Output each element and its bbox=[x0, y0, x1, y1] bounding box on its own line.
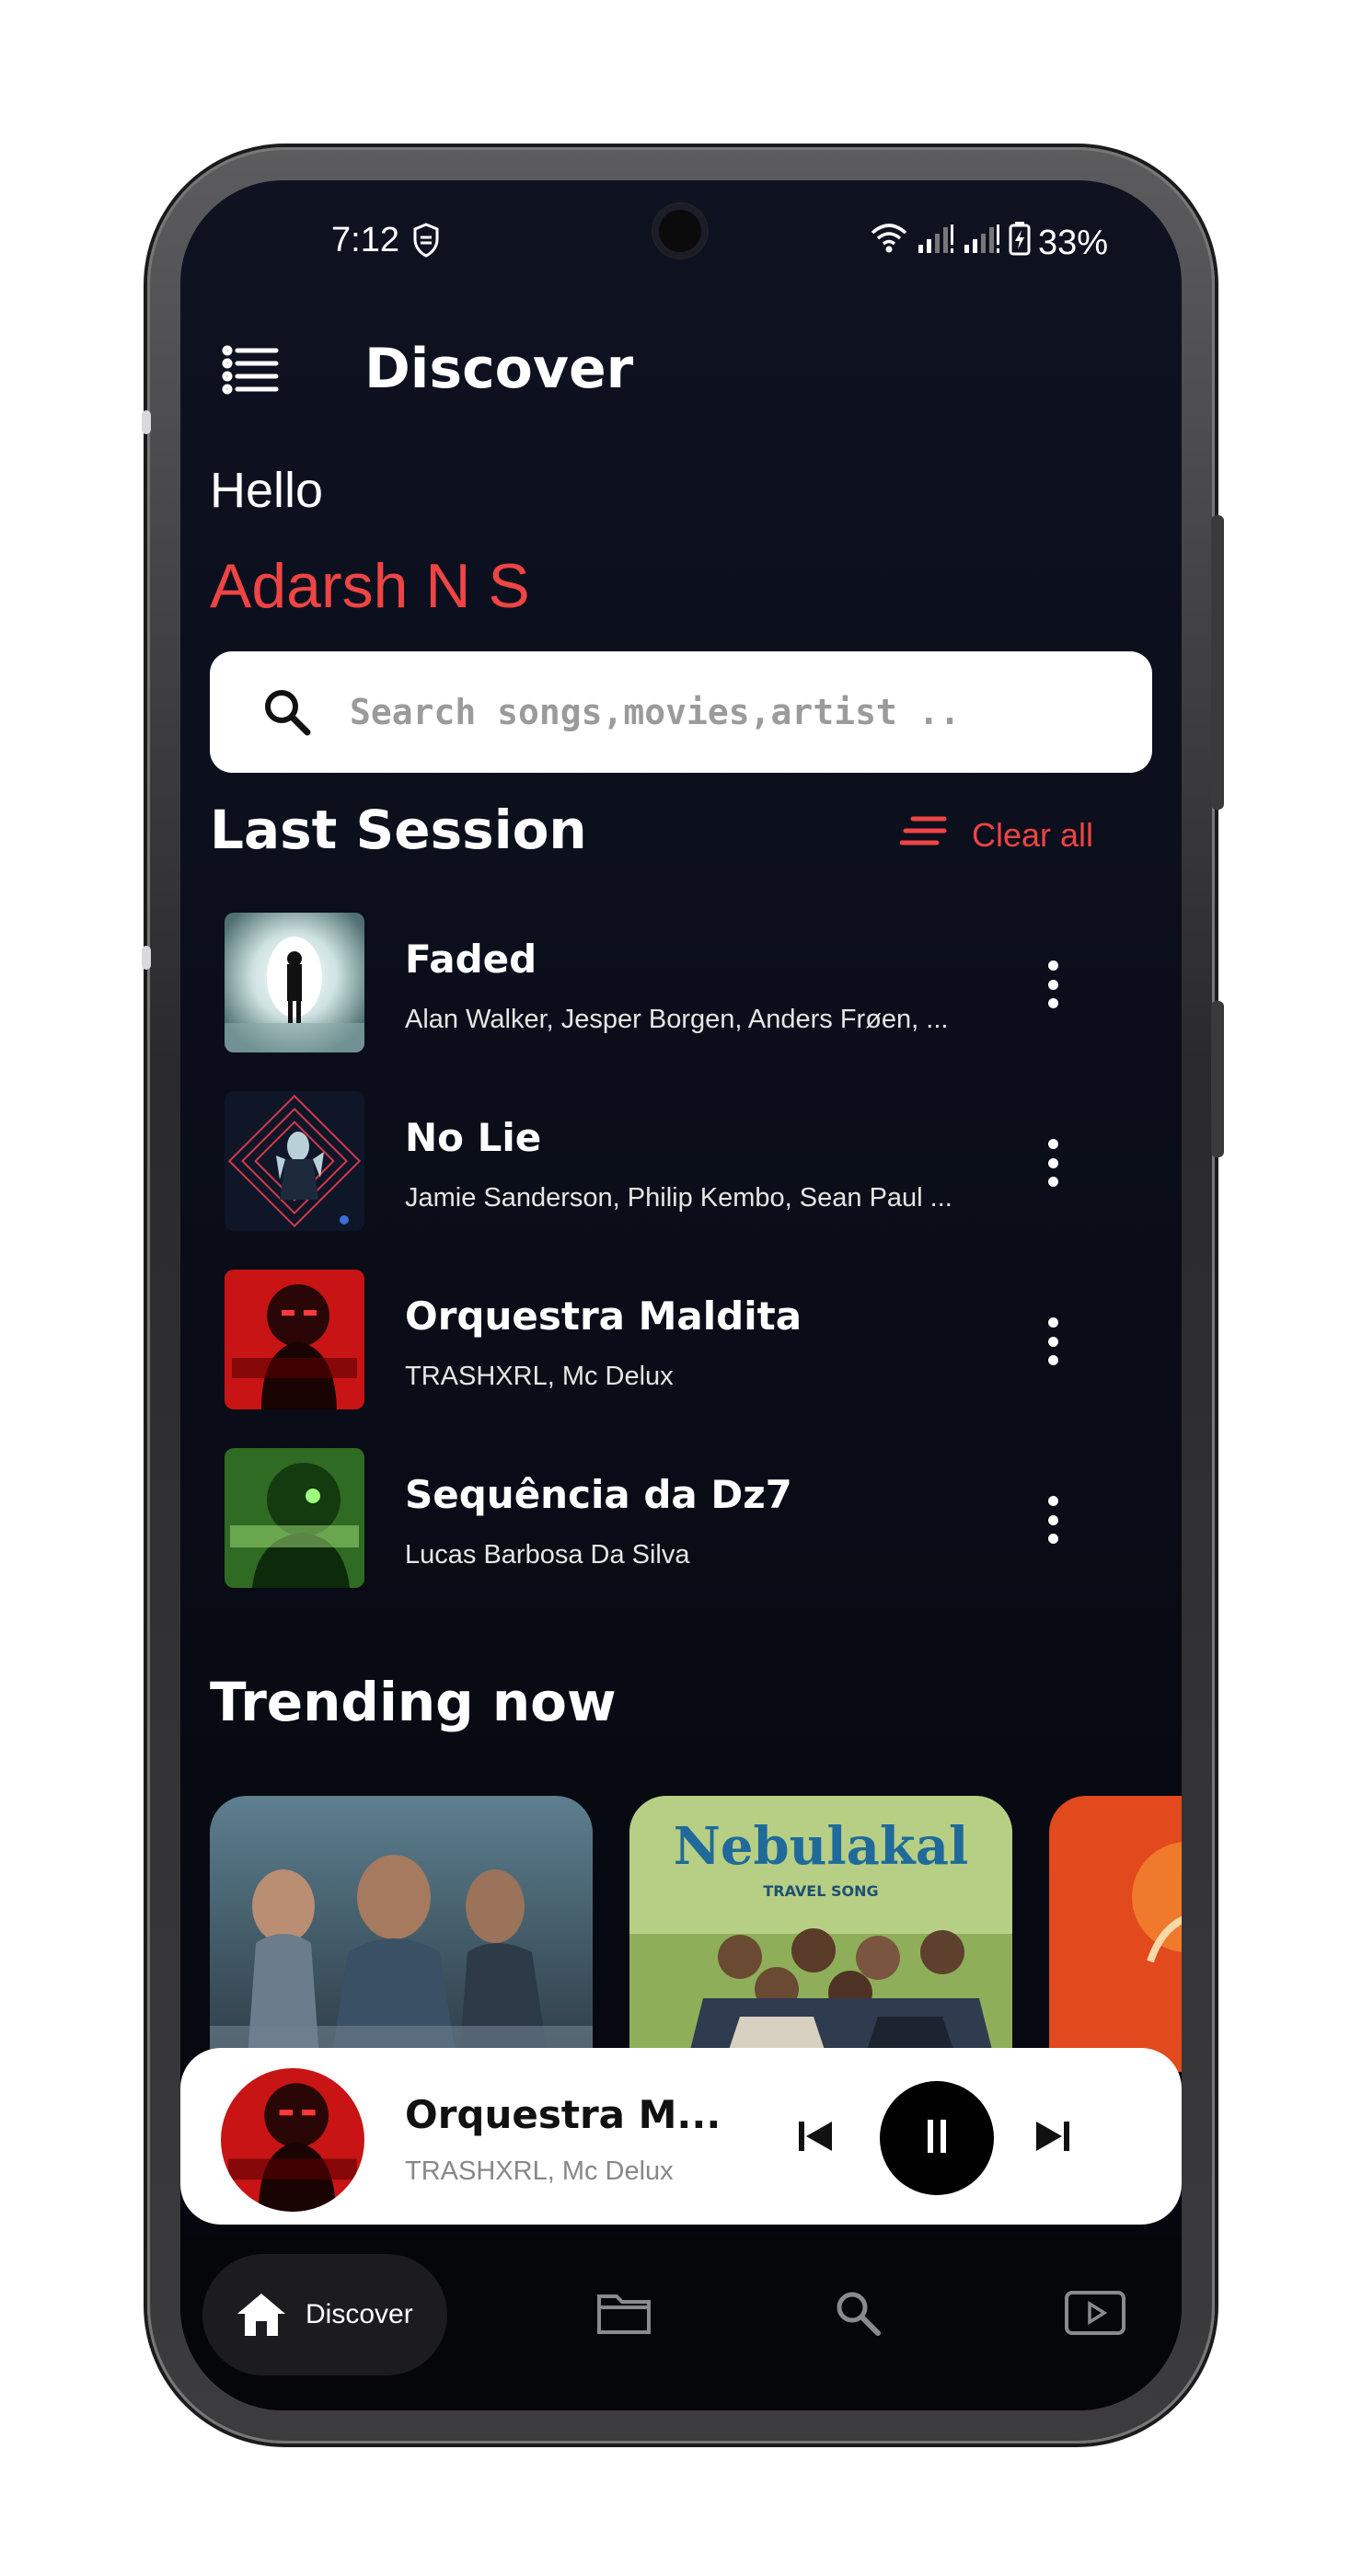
power-button bbox=[1211, 1001, 1224, 1157]
song-title: Faded bbox=[405, 937, 537, 982]
search-icon bbox=[834, 2289, 882, 2340]
app-header: Discover bbox=[180, 326, 1182, 414]
battery-charging-icon bbox=[1009, 221, 1031, 265]
trending-card[interactable] bbox=[210, 1796, 593, 2072]
now-playing-title: Orquestra M... bbox=[405, 2092, 721, 2137]
album-cover bbox=[225, 1091, 364, 1231]
album-cover bbox=[225, 1448, 364, 1588]
sort-lines-icon bbox=[899, 815, 948, 855]
list-menu-icon[interactable] bbox=[221, 344, 280, 396]
side-marker bbox=[142, 410, 151, 434]
more-options-icon[interactable] bbox=[1034, 1133, 1071, 1192]
trending-card-title: Nebulakal bbox=[673, 1816, 969, 1877]
status-bar: 7:12 33% bbox=[180, 221, 1182, 267]
trending-heading: Trending now bbox=[210, 1671, 617, 1733]
song-artist: Alan Walker, Jesper Borgen, Anders Frøen… bbox=[405, 1005, 949, 1034]
battery-percent: 33% bbox=[1037, 223, 1108, 262]
song-artist: TRASHXRL, Mc Delux bbox=[405, 1362, 674, 1391]
song-title: Orquestra Maldita bbox=[405, 1294, 802, 1339]
nav-item-search[interactable] bbox=[825, 2282, 891, 2348]
list-item[interactable]: Sequência da Dz7 Lucas Barbosa Da Silva bbox=[225, 1448, 1145, 1627]
mini-player[interactable]: Orquestra M... TRASHXRL, Mc Delux bbox=[180, 2048, 1182, 2225]
clear-all-button[interactable]: Clear all bbox=[899, 815, 1093, 855]
list-item[interactable]: No Lie Jamie Sanderson, Philip Kembo, Se… bbox=[225, 1091, 1145, 1270]
search-input[interactable] bbox=[350, 692, 1086, 732]
song-artist: Lucas Barbosa Da Silva bbox=[405, 1540, 690, 1570]
trending-card[interactable]: Nebulakal TRAVEL SONG bbox=[629, 1796, 1012, 2072]
search-bar[interactable] bbox=[210, 651, 1152, 773]
now-playing-cover bbox=[221, 2068, 364, 2212]
side-marker bbox=[142, 946, 151, 970]
trending-card[interactable] bbox=[1049, 1796, 1182, 2072]
pause-button[interactable] bbox=[880, 2081, 994, 2195]
pause-icon bbox=[918, 2116, 955, 2160]
song-artist: Jamie Sanderson, Philip Kembo, Sean Paul… bbox=[405, 1183, 952, 1213]
list-item[interactable]: Faded Alan Walker, Jesper Borgen, Anders… bbox=[225, 913, 1145, 1091]
signal-icon bbox=[917, 223, 955, 263]
nav-item-discover[interactable]: Discover bbox=[202, 2254, 447, 2375]
song-title: No Lie bbox=[405, 1115, 542, 1160]
nav-label: Discover bbox=[306, 2299, 413, 2329]
video-play-icon bbox=[1064, 2290, 1126, 2340]
nav-item-video[interactable] bbox=[1062, 2282, 1128, 2348]
status-time: 7:12 bbox=[331, 221, 399, 259]
volume-button bbox=[1211, 515, 1224, 810]
more-options-icon[interactable] bbox=[1034, 955, 1071, 1014]
trending-card-subtitle: TRAVEL SONG bbox=[763, 1882, 879, 1900]
wifi-icon bbox=[869, 222, 909, 264]
list-item[interactable]: Orquestra Maldita TRASHXRL, Mc Delux bbox=[225, 1270, 1145, 1448]
greeting-username: Adarsh N S bbox=[210, 551, 530, 621]
home-icon bbox=[236, 2292, 287, 2338]
search-icon bbox=[261, 686, 313, 738]
more-options-icon[interactable] bbox=[1034, 1490, 1071, 1549]
folder-icon bbox=[596, 2291, 652, 2339]
vpn-shield-icon bbox=[412, 223, 440, 267]
clear-all-label: Clear all bbox=[971, 815, 1093, 854]
signal-icon bbox=[963, 223, 1001, 263]
last-session-list: Faded Alan Walker, Jesper Borgen, Anders… bbox=[225, 913, 1145, 1627]
page-title: Discover bbox=[364, 337, 634, 401]
skip-next-icon[interactable] bbox=[1025, 2109, 1080, 2164]
last-session-header: Last Session Clear all bbox=[210, 799, 1093, 876]
bottom-navigation: Discover bbox=[180, 2237, 1182, 2410]
album-cover bbox=[225, 913, 364, 1052]
now-playing-artist: TRASHXRL, Mc Delux bbox=[405, 2156, 674, 2186]
song-title: Sequência da Dz7 bbox=[405, 1472, 792, 1517]
trending-carousel: Nebulakal TRAVEL SONG bbox=[210, 1796, 1182, 2072]
skip-previous-icon[interactable] bbox=[788, 2109, 843, 2164]
more-options-icon[interactable] bbox=[1034, 1312, 1071, 1371]
nav-item-folder[interactable] bbox=[591, 2282, 657, 2348]
app-screen: 7:12 33% Discover Hello Adarsh N S Searc… bbox=[180, 180, 1182, 2410]
status-right-group: 33% bbox=[869, 221, 1108, 265]
album-cover bbox=[225, 1270, 364, 1409]
greeting-hello: Hello bbox=[210, 463, 324, 518]
